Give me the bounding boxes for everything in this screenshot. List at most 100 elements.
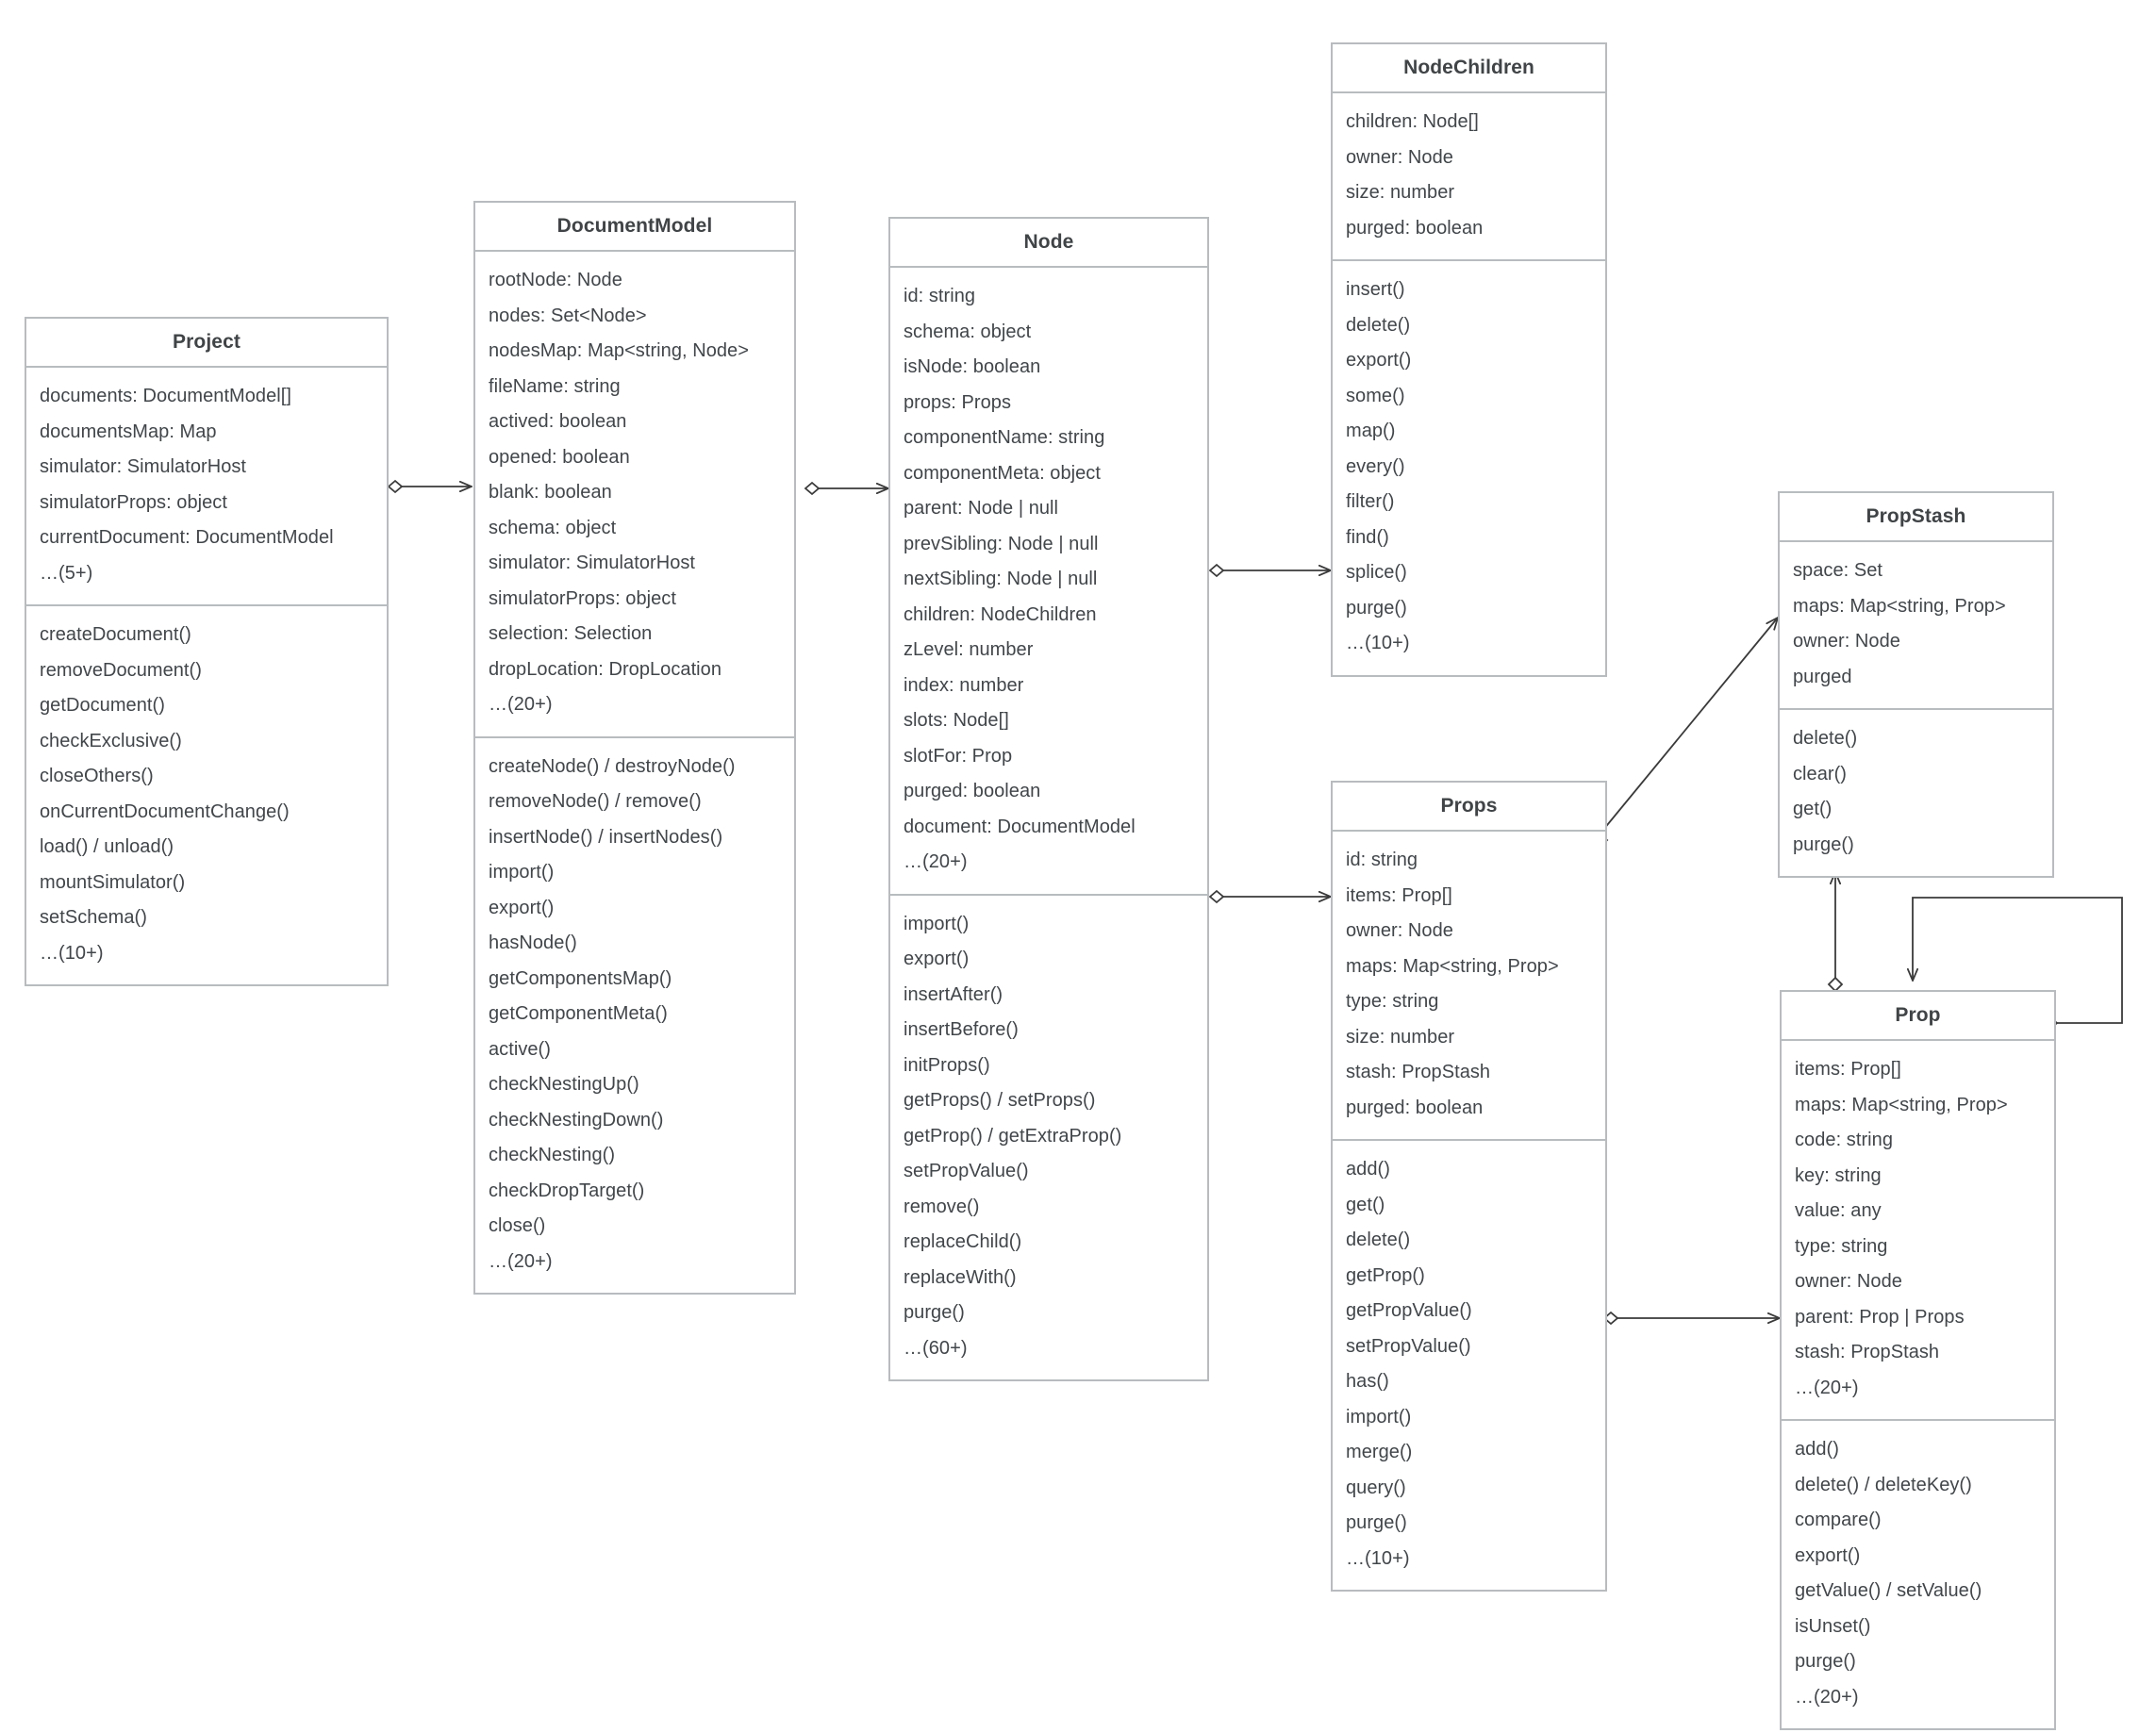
method-row: initProps() bbox=[904, 1054, 990, 1076]
attribute-row: owner: Node bbox=[1346, 920, 1453, 941]
method-row: setPropValue() bbox=[904, 1161, 1029, 1181]
method-row: find() bbox=[1346, 526, 1389, 548]
edge-documentmodel-node bbox=[804, 481, 888, 496]
class-box-props[interactable]: Props id: string items: Prop[] owner: No… bbox=[1331, 781, 1607, 1592]
method-row: checkNesting() bbox=[489, 1145, 616, 1165]
methods-compartment-project: createDocument() removeDocument() getDoc… bbox=[26, 606, 387, 984]
method-row: removeDocument() bbox=[40, 659, 202, 681]
attributes-compartment-documentmodel: rootNode: Node nodes: Set<Node> nodesMap… bbox=[475, 252, 794, 738]
method-row: …(60+) bbox=[904, 1337, 968, 1359]
method-row: add() bbox=[1795, 1439, 1839, 1460]
method-row: export() bbox=[904, 949, 970, 969]
edge-node-props bbox=[1208, 889, 1331, 904]
method-row: import() bbox=[489, 862, 555, 883]
method-row: export() bbox=[489, 897, 555, 918]
attribute-row: fileName: string bbox=[489, 375, 621, 397]
method-row: …(10+) bbox=[1346, 1547, 1410, 1569]
method-row: isUnset() bbox=[1795, 1615, 1871, 1637]
attribute-row: slots: Node[] bbox=[904, 710, 1009, 731]
method-row: getDocument() bbox=[40, 695, 165, 716]
method-row: has() bbox=[1346, 1371, 1389, 1392]
method-row: purge() bbox=[1346, 597, 1407, 619]
attributes-compartment-nodechildren: children: Node[] owner: Node size: numbe… bbox=[1333, 93, 1605, 261]
method-row: getProps() / setProps() bbox=[904, 1090, 1096, 1111]
edge-props-propstash bbox=[1592, 618, 1778, 849]
class-box-project[interactable]: Project documents: DocumentModel[] docum… bbox=[25, 317, 389, 986]
attribute-row: nextSibling: Node | null bbox=[904, 569, 1098, 589]
methods-compartment-documentmodel: createNode() / destroyNode() removeNode(… bbox=[475, 738, 794, 1294]
method-row: purge() bbox=[1346, 1512, 1407, 1533]
method-row: getPropValue() bbox=[1346, 1300, 1472, 1321]
method-row: delete() bbox=[1346, 314, 1411, 336]
method-row: import() bbox=[1346, 1406, 1412, 1428]
class-box-node[interactable]: Node id: string schema: object isNode: b… bbox=[888, 217, 1209, 1381]
attribute-row: size: number bbox=[1346, 1026, 1455, 1048]
attribute-row: simulator: SimulatorHost bbox=[40, 456, 247, 477]
methods-compartment-nodechildren: insert() delete() export() some() map() … bbox=[1333, 261, 1605, 675]
method-row: merge() bbox=[1346, 1442, 1413, 1462]
class-name-props: Props bbox=[1333, 783, 1605, 832]
method-row: setPropValue() bbox=[1346, 1335, 1471, 1357]
method-row: replaceWith() bbox=[904, 1266, 1017, 1288]
attribute-row: type: string bbox=[1346, 991, 1439, 1012]
edge-node-nodechildren bbox=[1208, 563, 1331, 578]
methods-compartment-node: import() export() insertAfter() insertBe… bbox=[890, 896, 1207, 1380]
method-row: replaceChild() bbox=[904, 1231, 1022, 1252]
attribute-row: purged bbox=[1793, 666, 1852, 687]
attribute-row: documents: DocumentModel[] bbox=[40, 386, 291, 406]
methods-compartment-prop: add() delete() / deleteKey() compare() e… bbox=[1782, 1421, 2054, 1728]
method-row: getProp() bbox=[1346, 1264, 1425, 1286]
attribute-row: purged: boolean bbox=[1346, 1097, 1484, 1118]
attribute-row: zLevel: number bbox=[904, 639, 1034, 660]
method-row: mountSimulator() bbox=[40, 871, 186, 893]
method-row: splice() bbox=[1346, 562, 1407, 583]
class-box-prop[interactable]: Prop items: Prop[] maps: Map<string, Pro… bbox=[1780, 990, 2056, 1730]
attribute-row: space: Set bbox=[1793, 560, 1883, 581]
attribute-row: opened: boolean bbox=[489, 446, 630, 468]
method-row: checkNestingDown() bbox=[489, 1109, 664, 1131]
method-row: insertNode() / insertNodes() bbox=[489, 826, 723, 848]
attribute-row: id: string bbox=[904, 286, 976, 306]
method-row: setSchema() bbox=[40, 907, 147, 928]
method-row: createDocument() bbox=[40, 624, 191, 645]
method-row: load() / unload() bbox=[40, 836, 174, 857]
attribute-row: schema: object bbox=[489, 517, 617, 538]
method-row: …(20+) bbox=[489, 1250, 553, 1272]
method-row: purge() bbox=[904, 1302, 965, 1323]
method-row: compare() bbox=[1795, 1510, 1882, 1530]
method-row: …(20+) bbox=[1795, 1686, 1859, 1708]
attribute-row: stash: PropStash bbox=[1346, 1062, 1491, 1082]
method-row: some() bbox=[1346, 385, 1405, 406]
attribute-row: value: any bbox=[1795, 1200, 1882, 1221]
method-row: insert() bbox=[1346, 279, 1405, 300]
attribute-row: nodes: Set<Node> bbox=[489, 305, 647, 326]
method-row: hasNode() bbox=[489, 933, 577, 953]
attribute-row: type: string bbox=[1795, 1235, 1888, 1257]
class-box-documentmodel[interactable]: DocumentModel rootNode: Node nodes: Set<… bbox=[473, 201, 796, 1295]
attribute-row: blank: boolean bbox=[489, 482, 612, 503]
attributes-compartment-prop: items: Prop[] maps: Map<string, Prop> co… bbox=[1782, 1041, 2054, 1421]
attribute-row: …(20+) bbox=[489, 694, 553, 715]
attribute-row: simulator: SimulatorHost bbox=[489, 553, 696, 573]
class-box-nodechildren[interactable]: NodeChildren children: Node[] owner: Nod… bbox=[1331, 42, 1607, 677]
method-row: purge() bbox=[1793, 833, 1854, 855]
attribute-row: isNode: boolean bbox=[904, 356, 1041, 377]
attribute-row: items: Prop[] bbox=[1795, 1059, 1901, 1080]
method-row: query() bbox=[1346, 1477, 1406, 1498]
attributes-compartment-propstash: space: Set maps: Map<string, Prop> owner… bbox=[1780, 542, 2052, 710]
attribute-row: owner: Node bbox=[1346, 146, 1453, 168]
attribute-row: simulatorProps: object bbox=[40, 491, 227, 513]
attribute-row: nodesMap: Map<string, Node> bbox=[489, 340, 749, 361]
attribute-row: purged: boolean bbox=[904, 781, 1041, 801]
method-row: filter() bbox=[1346, 491, 1395, 512]
attribute-row: owner: Node bbox=[1795, 1271, 1902, 1292]
method-row: import() bbox=[904, 913, 970, 934]
attribute-row: currentDocument: DocumentModel bbox=[40, 527, 334, 548]
class-box-propstash[interactable]: PropStash space: Set maps: Map<string, P… bbox=[1778, 491, 2054, 878]
attribute-row: selection: Selection bbox=[489, 623, 653, 644]
method-row: remove() bbox=[904, 1196, 980, 1217]
method-row: closeOthers() bbox=[40, 766, 154, 786]
attribute-row: id: string bbox=[1346, 850, 1418, 870]
method-row: insertAfter() bbox=[904, 983, 1003, 1005]
method-row: active() bbox=[489, 1038, 551, 1060]
